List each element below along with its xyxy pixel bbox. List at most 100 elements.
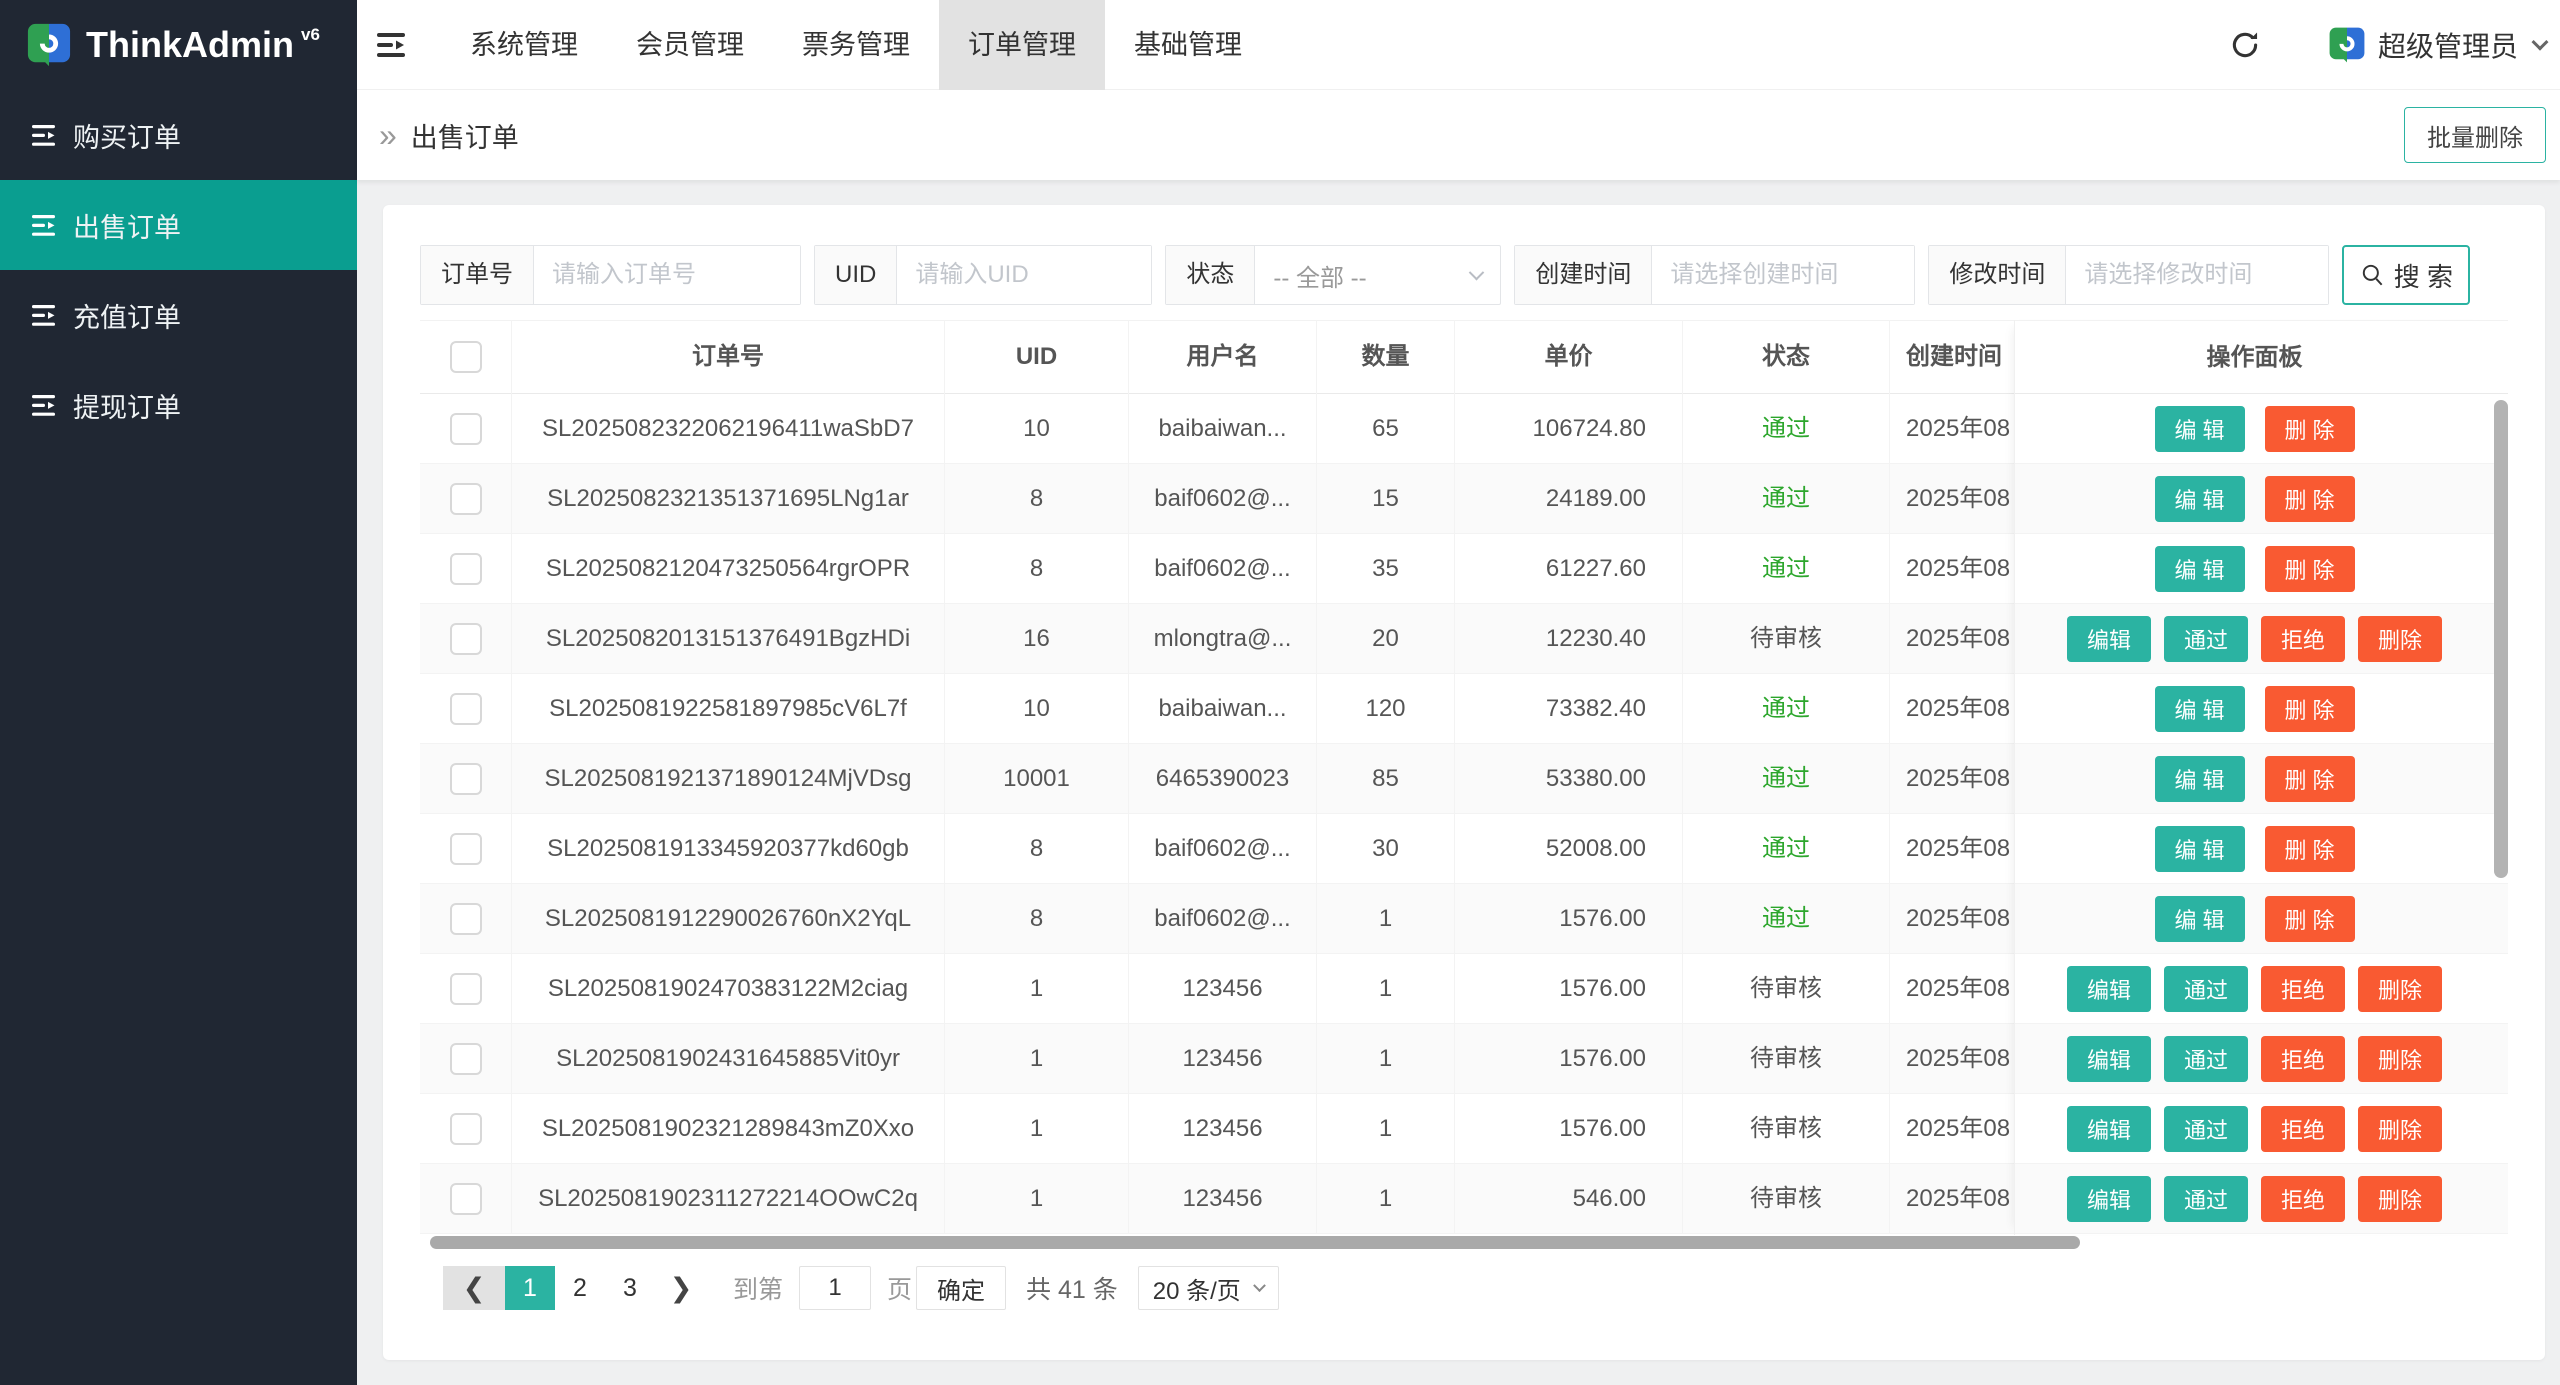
delete-button[interactable]: 删 除 [2265, 756, 2355, 802]
edit-button[interactable]: 编 辑 [2155, 686, 2245, 732]
uid-label: UID [815, 246, 897, 304]
nav-tab-1[interactable]: 会员管理 [607, 0, 773, 90]
order-no-input[interactable] [534, 246, 800, 304]
cell-unit-price: 1576.00 [1455, 884, 1683, 954]
cell-quantity: 20 [1317, 604, 1455, 674]
row-checkbox[interactable] [450, 1113, 482, 1145]
select-all-checkbox[interactable] [450, 341, 482, 373]
row-actions: 编辑通过拒绝删除 [2015, 1094, 2494, 1164]
row-checkbox[interactable] [450, 413, 482, 445]
cell-status: 通过 [1683, 744, 1890, 814]
row-checkbox[interactable] [450, 693, 482, 725]
cell-uid: 8 [945, 814, 1129, 884]
chevron-down-icon [1469, 264, 1485, 280]
uid-input[interactable] [897, 246, 1151, 304]
edit-button[interactable]: 编辑 [2067, 616, 2151, 662]
row-checkbox[interactable] [450, 623, 482, 655]
approve-button[interactable]: 通过 [2164, 1176, 2248, 1222]
sidebar-item-2[interactable]: 充值订单 [0, 270, 357, 360]
current-user-name: 超级管理员 [2378, 25, 2518, 65]
reject-button[interactable]: 拒绝 [2261, 1106, 2345, 1152]
row-actions: 编辑通过拒绝删除 [2015, 1024, 2494, 1094]
chevron-down-icon [1253, 1279, 1266, 1292]
next-page-button[interactable]: ❯ [655, 1266, 707, 1310]
row-checkbox[interactable] [450, 833, 482, 865]
edit-button[interactable]: 编辑 [2067, 966, 2151, 1012]
delete-button[interactable]: 删除 [2358, 1036, 2442, 1082]
nav-tab-0[interactable]: 系统管理 [441, 0, 607, 90]
cell-username: 123456 [1129, 1024, 1317, 1094]
delete-button[interactable]: 删 除 [2265, 546, 2355, 592]
confirm-page-button[interactable]: 确定 [916, 1266, 1006, 1310]
thinkadmin-logo-icon [26, 22, 72, 68]
delete-button[interactable]: 删除 [2358, 1106, 2442, 1152]
row-checkbox[interactable] [450, 553, 482, 585]
delete-button[interactable]: 删除 [2358, 616, 2442, 662]
edit-button[interactable]: 编 辑 [2155, 896, 2245, 942]
edit-button[interactable]: 编 辑 [2155, 756, 2245, 802]
row-checkbox[interactable] [450, 973, 482, 1005]
reject-button[interactable]: 拒绝 [2261, 1176, 2345, 1222]
menu-spread-icon[interactable] [375, 30, 411, 60]
delete-button[interactable]: 删除 [2358, 1176, 2442, 1222]
page-size-value: 20 条/页 [1153, 1271, 1241, 1306]
cell-status: 待审核 [1683, 1164, 1890, 1234]
cell-username: 123456 [1129, 1164, 1317, 1234]
page-button-1[interactable]: 1 [505, 1266, 555, 1310]
row-checkbox[interactable] [450, 1183, 482, 1215]
delete-button[interactable]: 删 除 [2265, 686, 2355, 732]
row-checkbox[interactable] [450, 903, 482, 935]
page-button-2[interactable]: 2 [555, 1266, 605, 1310]
approve-button[interactable]: 通过 [2164, 1036, 2248, 1082]
prev-page-button[interactable]: ❮ [443, 1266, 505, 1310]
row-checkbox[interactable] [450, 1043, 482, 1075]
approve-button[interactable]: 通过 [2164, 1106, 2248, 1152]
row-checkbox[interactable] [450, 483, 482, 515]
refresh-icon[interactable] [2228, 28, 2262, 62]
edit-button[interactable]: 编 辑 [2155, 476, 2245, 522]
sidebar-item-1[interactable]: 出售订单 [0, 180, 357, 270]
edit-button[interactable]: 编辑 [2067, 1036, 2151, 1082]
delete-button[interactable]: 删除 [2358, 966, 2442, 1012]
edit-button[interactable]: 编 辑 [2155, 406, 2245, 452]
sidebar-item-label: 购买订单 [73, 116, 181, 155]
total-count-label: 共 41 条 [1026, 1270, 1118, 1306]
modify-time-label: 修改时间 [1929, 246, 2066, 304]
create-time-input[interactable] [1652, 246, 1914, 304]
user-menu[interactable]: 超级管理员 [2328, 25, 2546, 65]
delete-button[interactable]: 删 除 [2265, 476, 2355, 522]
row-checkbox[interactable] [450, 763, 482, 795]
content-area: 订单号 UID 状态 -- 全部 -- [357, 180, 2560, 1385]
approve-button[interactable]: 通过 [2164, 966, 2248, 1012]
nav-tab-2[interactable]: 票务管理 [773, 0, 939, 90]
delete-button[interactable]: 删 除 [2265, 896, 2355, 942]
page-button-3[interactable]: 3 [605, 1266, 655, 1310]
edit-button[interactable]: 编辑 [2067, 1106, 2151, 1152]
modify-time-input[interactable] [2066, 246, 2328, 304]
edit-button[interactable]: 编辑 [2067, 1176, 2151, 1222]
goto-page-input[interactable] [799, 1266, 871, 1310]
batch-delete-button[interactable]: 批量删除 [2404, 107, 2546, 163]
cell-uid: 1 [945, 1094, 1129, 1164]
reject-button[interactable]: 拒绝 [2261, 616, 2345, 662]
status-select[interactable]: -- 全部 -- [1255, 246, 1500, 304]
approve-button[interactable]: 通过 [2164, 616, 2248, 662]
cell-order-no: SL2025081902470383122M2ciag [512, 954, 945, 1024]
vertical-scrollbar-thumb[interactable] [2494, 400, 2508, 878]
edit-button[interactable]: 编 辑 [2155, 546, 2245, 592]
page-size-select[interactable]: 20 条/页 [1138, 1266, 1279, 1310]
horizontal-scrollbar-thumb[interactable] [430, 1236, 2080, 1249]
edit-button[interactable]: 编 辑 [2155, 826, 2245, 872]
search-button[interactable]: 搜 索 [2342, 245, 2470, 305]
reject-button[interactable]: 拒绝 [2261, 966, 2345, 1012]
sidebar-item-3[interactable]: 提现订单 [0, 360, 357, 450]
reject-button[interactable]: 拒绝 [2261, 1036, 2345, 1082]
delete-button[interactable]: 删 除 [2265, 406, 2355, 452]
nav-tab-4[interactable]: 基础管理 [1105, 0, 1271, 90]
delete-button[interactable]: 删 除 [2265, 826, 2355, 872]
row-actions: 编 辑删 除 [2015, 884, 2494, 954]
sidebar-item-0[interactable]: 购买订单 [0, 90, 357, 180]
cell-unit-price: 61227.60 [1455, 534, 1683, 604]
pagination: ❮ 123 ❯ 到第 页 确定 共 41 条 20 条/页 [443, 1266, 2508, 1310]
nav-tab-3[interactable]: 订单管理 [939, 0, 1105, 90]
